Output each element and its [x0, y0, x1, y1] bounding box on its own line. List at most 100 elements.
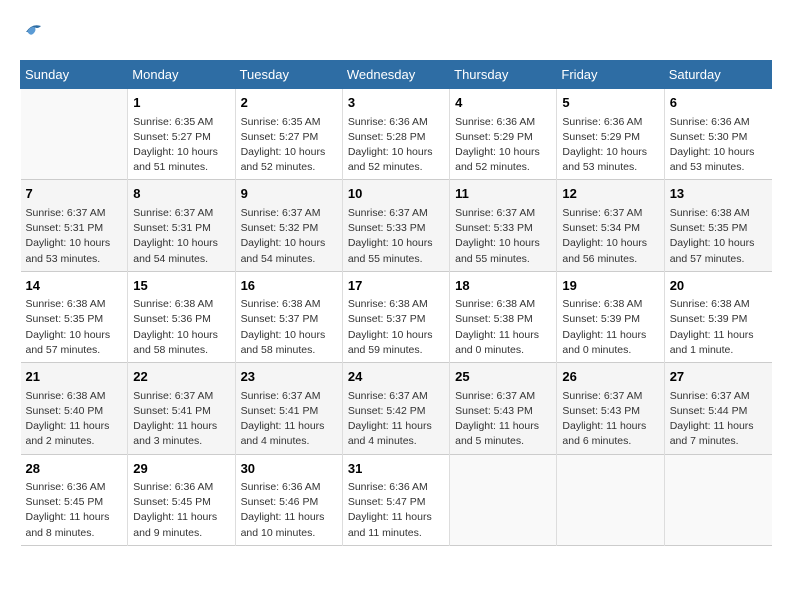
day-number: 25	[455, 367, 551, 387]
day-number: 21	[26, 367, 123, 387]
day-number: 10	[348, 184, 444, 204]
week-row-0: 1Sunrise: 6:35 AMSunset: 5:27 PMDaylight…	[21, 89, 772, 180]
cell-info: Sunrise: 6:37 AMSunset: 5:42 PMDaylight:…	[348, 389, 444, 450]
calendar-cell: 7Sunrise: 6:37 AMSunset: 5:31 PMDaylight…	[21, 180, 128, 271]
daylight-line2: and 11 minutes.	[348, 527, 422, 539]
daylight-line1: Daylight: 11 hours	[455, 420, 539, 432]
header-wednesday: Wednesday	[342, 61, 449, 89]
calendar-cell: 14Sunrise: 6:38 AMSunset: 5:35 PMDayligh…	[21, 271, 128, 362]
day-number: 12	[562, 184, 658, 204]
calendar-cell: 2Sunrise: 6:35 AMSunset: 5:27 PMDaylight…	[235, 89, 342, 180]
daylight-line2: and 54 minutes.	[133, 253, 208, 265]
cell-info: Sunrise: 6:36 AMSunset: 5:47 PMDaylight:…	[348, 480, 444, 541]
day-number: 8	[133, 184, 229, 204]
daylight-line2: and 8 minutes.	[26, 527, 95, 539]
daylight-line2: and 5 minutes.	[455, 435, 524, 447]
calendar-cell: 30Sunrise: 6:36 AMSunset: 5:46 PMDayligh…	[235, 454, 342, 545]
calendar-cell: 26Sunrise: 6:37 AMSunset: 5:43 PMDayligh…	[557, 363, 664, 454]
header-thursday: Thursday	[450, 61, 557, 89]
cell-info: Sunrise: 6:37 AMSunset: 5:33 PMDaylight:…	[455, 206, 551, 267]
daylight-line1: Daylight: 10 hours	[26, 329, 111, 341]
calendar-cell: 21Sunrise: 6:38 AMSunset: 5:40 PMDayligh…	[21, 363, 128, 454]
cell-info: Sunrise: 6:38 AMSunset: 5:39 PMDaylight:…	[670, 297, 767, 358]
calendar-cell: 16Sunrise: 6:38 AMSunset: 5:37 PMDayligh…	[235, 271, 342, 362]
daylight-line1: Daylight: 11 hours	[241, 511, 325, 523]
daylight-line1: Daylight: 10 hours	[241, 237, 326, 249]
cell-info: Sunrise: 6:36 AMSunset: 5:45 PMDaylight:…	[26, 480, 123, 541]
daylight-line2: and 56 minutes.	[562, 253, 637, 265]
cell-info: Sunrise: 6:35 AMSunset: 5:27 PMDaylight:…	[241, 115, 337, 176]
calendar-cell: 19Sunrise: 6:38 AMSunset: 5:39 PMDayligh…	[557, 271, 664, 362]
calendar-cell: 31Sunrise: 6:36 AMSunset: 5:47 PMDayligh…	[342, 454, 449, 545]
calendar-cell: 27Sunrise: 6:37 AMSunset: 5:44 PMDayligh…	[664, 363, 771, 454]
day-number: 27	[670, 367, 767, 387]
calendar-cell: 15Sunrise: 6:38 AMSunset: 5:36 PMDayligh…	[128, 271, 235, 362]
cell-info: Sunrise: 6:36 AMSunset: 5:29 PMDaylight:…	[562, 115, 658, 176]
logo	[20, 20, 48, 44]
cell-info: Sunrise: 6:37 AMSunset: 5:44 PMDaylight:…	[670, 389, 767, 450]
daylight-line2: and 0 minutes.	[455, 344, 524, 356]
calendar-body: 1Sunrise: 6:35 AMSunset: 5:27 PMDaylight…	[21, 89, 772, 546]
daylight-line1: Daylight: 10 hours	[348, 237, 433, 249]
header-sunday: Sunday	[21, 61, 128, 89]
daylight-line2: and 52 minutes.	[455, 161, 530, 173]
calendar-cell: 25Sunrise: 6:37 AMSunset: 5:43 PMDayligh…	[450, 363, 557, 454]
cell-info: Sunrise: 6:37 AMSunset: 5:33 PMDaylight:…	[348, 206, 444, 267]
day-number: 26	[562, 367, 658, 387]
daylight-line2: and 3 minutes.	[133, 435, 202, 447]
cell-info: Sunrise: 6:36 AMSunset: 5:46 PMDaylight:…	[241, 480, 337, 541]
day-number: 17	[348, 276, 444, 296]
week-row-1: 7Sunrise: 6:37 AMSunset: 5:31 PMDaylight…	[21, 180, 772, 271]
day-number: 16	[241, 276, 337, 296]
calendar-cell: 6Sunrise: 6:36 AMSunset: 5:30 PMDaylight…	[664, 89, 771, 180]
calendar-cell: 5Sunrise: 6:36 AMSunset: 5:29 PMDaylight…	[557, 89, 664, 180]
cell-info: Sunrise: 6:38 AMSunset: 5:35 PMDaylight:…	[670, 206, 767, 267]
calendar-header: SundayMondayTuesdayWednesdayThursdayFrid…	[21, 61, 772, 89]
daylight-line1: Daylight: 10 hours	[562, 146, 647, 158]
daylight-line1: Daylight: 11 hours	[562, 420, 646, 432]
daylight-line2: and 4 minutes.	[241, 435, 310, 447]
daylight-line1: Daylight: 10 hours	[348, 146, 433, 158]
header-friday: Friday	[557, 61, 664, 89]
daylight-line2: and 51 minutes.	[133, 161, 208, 173]
cell-info: Sunrise: 6:38 AMSunset: 5:37 PMDaylight:…	[348, 297, 444, 358]
daylight-line1: Daylight: 10 hours	[133, 329, 218, 341]
week-row-2: 14Sunrise: 6:38 AMSunset: 5:35 PMDayligh…	[21, 271, 772, 362]
header-saturday: Saturday	[664, 61, 771, 89]
calendar-cell: 18Sunrise: 6:38 AMSunset: 5:38 PMDayligh…	[450, 271, 557, 362]
cell-info: Sunrise: 6:37 AMSunset: 5:43 PMDaylight:…	[562, 389, 658, 450]
daylight-line2: and 55 minutes.	[455, 253, 530, 265]
calendar-cell: 20Sunrise: 6:38 AMSunset: 5:39 PMDayligh…	[664, 271, 771, 362]
cell-info: Sunrise: 6:37 AMSunset: 5:32 PMDaylight:…	[241, 206, 337, 267]
day-number: 15	[133, 276, 229, 296]
daylight-line1: Daylight: 11 hours	[562, 329, 646, 341]
day-number: 11	[455, 184, 551, 204]
daylight-line2: and 57 minutes.	[26, 344, 101, 356]
cell-info: Sunrise: 6:38 AMSunset: 5:35 PMDaylight:…	[26, 297, 123, 358]
calendar-cell: 17Sunrise: 6:38 AMSunset: 5:37 PMDayligh…	[342, 271, 449, 362]
cell-info: Sunrise: 6:36 AMSunset: 5:28 PMDaylight:…	[348, 115, 444, 176]
week-row-4: 28Sunrise: 6:36 AMSunset: 5:45 PMDayligh…	[21, 454, 772, 545]
daylight-line1: Daylight: 10 hours	[133, 237, 218, 249]
cell-info: Sunrise: 6:36 AMSunset: 5:45 PMDaylight:…	[133, 480, 229, 541]
cell-info: Sunrise: 6:37 AMSunset: 5:41 PMDaylight:…	[133, 389, 229, 450]
calendar-cell: 11Sunrise: 6:37 AMSunset: 5:33 PMDayligh…	[450, 180, 557, 271]
day-number: 31	[348, 459, 444, 479]
day-number: 24	[348, 367, 444, 387]
calendar-cell: 22Sunrise: 6:37 AMSunset: 5:41 PMDayligh…	[128, 363, 235, 454]
cell-info: Sunrise: 6:37 AMSunset: 5:34 PMDaylight:…	[562, 206, 658, 267]
cell-info: Sunrise: 6:37 AMSunset: 5:31 PMDaylight:…	[133, 206, 229, 267]
daylight-line2: and 54 minutes.	[241, 253, 316, 265]
calendar-cell: 10Sunrise: 6:37 AMSunset: 5:33 PMDayligh…	[342, 180, 449, 271]
page-header	[20, 20, 772, 44]
daylight-line2: and 10 minutes.	[241, 527, 316, 539]
cell-info: Sunrise: 6:38 AMSunset: 5:37 PMDaylight:…	[241, 297, 337, 358]
daylight-line1: Daylight: 10 hours	[455, 146, 540, 158]
calendar-cell: 3Sunrise: 6:36 AMSunset: 5:28 PMDaylight…	[342, 89, 449, 180]
cell-info: Sunrise: 6:37 AMSunset: 5:41 PMDaylight:…	[241, 389, 337, 450]
daylight-line2: and 58 minutes.	[241, 344, 316, 356]
daylight-line1: Daylight: 10 hours	[670, 146, 755, 158]
cell-info: Sunrise: 6:38 AMSunset: 5:38 PMDaylight:…	[455, 297, 551, 358]
daylight-line2: and 55 minutes.	[348, 253, 423, 265]
daylight-line1: Daylight: 10 hours	[241, 146, 326, 158]
